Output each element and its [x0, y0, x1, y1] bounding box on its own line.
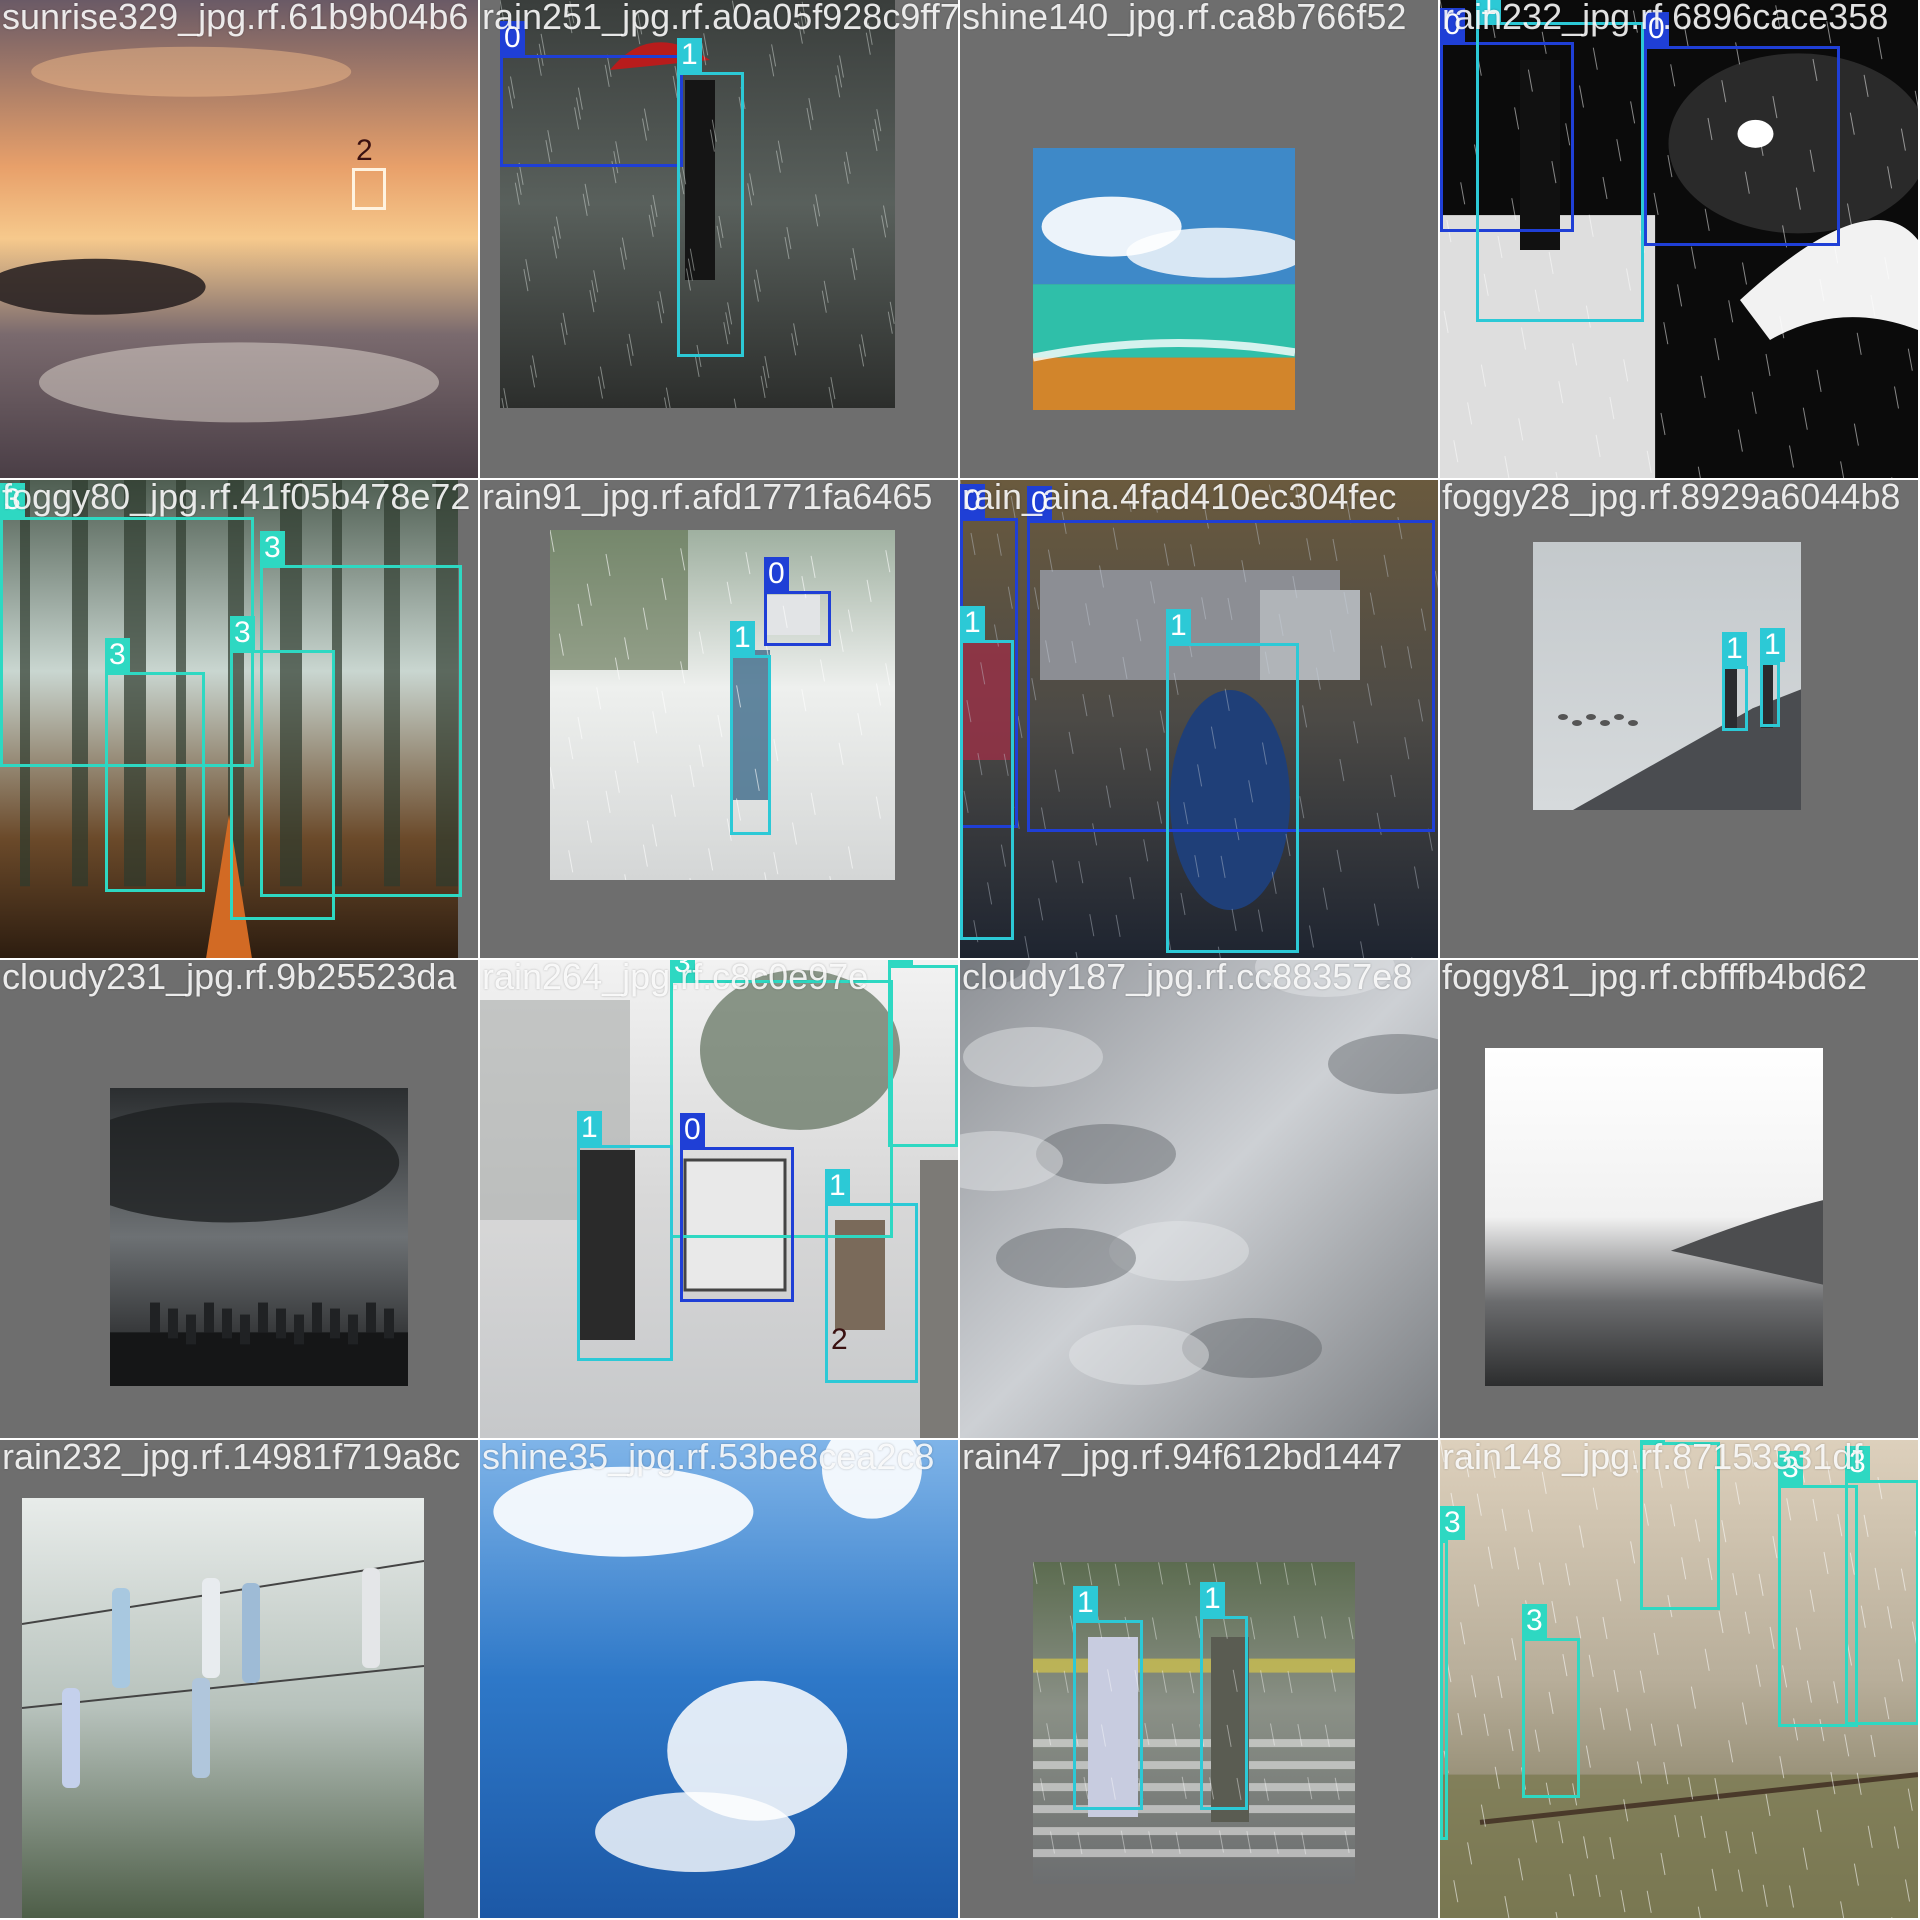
class-label: 1: [1476, 0, 1501, 22]
tile-photo: [1033, 148, 1295, 410]
tile-filename: foggy28_jpg.rf.8929a6044b8: [1442, 480, 1901, 517]
bounding-box: 0: [500, 21, 683, 167]
bounding-box: 1: [1476, 0, 1644, 322]
tile-photo: [960, 960, 1438, 1438]
mosaic-tile: 2 sunrise329_jpg.rf.61b9b04b6: [0, 0, 478, 478]
mosaic-tile: cloudy231_jpg.rf.9b25523da: [0, 960, 478, 1438]
class-label: 0: [680, 1113, 705, 1147]
mosaic-tile: 0 1 rain91_jpg.rf.afd1771fa6465: [480, 480, 958, 958]
class-label: 1: [730, 621, 755, 655]
tile-filename: shine140_jpg.rf.ca8b766f52: [962, 0, 1407, 37]
mosaic-tile: 1 1 foggy28_jpg.rf.8929a6044b8: [1440, 480, 1918, 958]
class-label: 2: [831, 1323, 848, 1356]
class-label: 3: [230, 616, 255, 650]
mosaic-tile: 3 3 3 3 foggy80_jpg.rf.41f05b478e72: [0, 480, 478, 958]
tile-filename: rain47_jpg.rf.94f612bd1447: [962, 1440, 1403, 1477]
mosaic-tile: rain232_jpg.rf.14981f719a8c: [0, 1440, 478, 1918]
tile-photo: [110, 1088, 408, 1386]
bounding-box: 0: [680, 1113, 794, 1302]
mosaic-tile: cloudy187_jpg.rf.cc88357e8: [960, 960, 1438, 1438]
bounding-box: 1: [1166, 609, 1299, 953]
class-label: 3: [260, 531, 285, 565]
class-label: 0: [960, 484, 985, 518]
class-label: 3: [105, 638, 130, 672]
class-label: 1: [1200, 1582, 1225, 1616]
bounding-box: 1: [1073, 1586, 1143, 1810]
bounding-box: 1: [1760, 628, 1785, 727]
class-label: 3: [1640, 1440, 1665, 1442]
bounding-box: 3: [888, 960, 958, 1147]
bounding-box: 3: [1640, 1440, 1720, 1610]
bounding-box: 3: [105, 638, 205, 892]
class-label: 0: [1440, 8, 1465, 42]
bounding-box: 1: [730, 621, 771, 835]
bounding-box: 1: [1722, 632, 1748, 731]
tile-filename: rain91_jpg.rf.afd1771fa6465: [482, 480, 933, 517]
mosaic-tile: 33333rain148_jpg.rf.87153331df: [1440, 1440, 1918, 1918]
class-label: 3: [888, 960, 913, 965]
class-label: 1: [1722, 632, 1747, 666]
class-label: 1: [960, 606, 985, 640]
mosaic-tile: shine35_jpg.rf.53be8cea2c8: [480, 1440, 958, 1918]
class-label: 0: [500, 21, 525, 55]
tile-filename: rain232_jpg.rf.14981f719a8c: [2, 1440, 461, 1477]
bounding-box: 3: [1440, 1506, 1465, 1840]
bounding-box: 3: [260, 531, 462, 897]
mosaic-tile: 331012rain264_jpg.rf.c8c0e97e: [480, 960, 958, 1438]
class-label: 0: [764, 557, 789, 591]
bounding-box: 0: [764, 557, 831, 646]
bounding-box: 3: [1522, 1604, 1580, 1798]
mosaic-tile: shine140_jpg.rf.ca8b766f52: [960, 0, 1438, 478]
bounding-box: 3: [1845, 1446, 1918, 1725]
tile-filename: cloudy231_jpg.rf.9b25523da: [2, 960, 457, 997]
mosaic-tile: 1 1 rain47_jpg.rf.94f612bd1447: [960, 1440, 1438, 1918]
bounding-box: 1: [1200, 1582, 1248, 1810]
tile-filename: foggy81_jpg.rf.cbfffb4bd62: [1442, 960, 1868, 997]
mosaic-tile: foggy81_jpg.rf.cbfffb4bd62: [1440, 960, 1918, 1438]
class-label: 3: [1440, 1506, 1465, 1540]
tile-photo: [1485, 1048, 1823, 1386]
class-label: 1: [1073, 1586, 1098, 1620]
class-label: 1: [825, 1169, 850, 1203]
tile-photo: [0, 0, 478, 478]
mosaic-tile: 0 1 0 rain232_jpg.rf.6896cace358: [1440, 0, 1918, 478]
tile-photo: [480, 1440, 958, 1918]
class-label: 0: [1644, 12, 1669, 46]
tile-photo: [22, 1498, 424, 1918]
class-label: 0: [1027, 486, 1052, 520]
bounding-box: 1: [960, 606, 1014, 940]
class-label: 3: [670, 960, 695, 980]
tile-photo: [550, 530, 895, 880]
class-label: 1: [677, 38, 702, 72]
mosaic-tile: 01rain251_jpg.rf.a0a05f928c9ff734ddc: [480, 0, 958, 478]
class-label: 2: [356, 134, 373, 167]
class-label: 3: [1778, 1451, 1803, 1485]
class-label: 1: [577, 1111, 602, 1145]
bounding-box: 0: [1644, 12, 1840, 246]
class-label: 1: [1760, 628, 1785, 662]
class-label: 1: [1166, 609, 1191, 643]
bounding-box: 2: [352, 134, 386, 210]
bounding-box: 1: [677, 38, 744, 357]
bounding-box: 1: [577, 1111, 673, 1361]
class-label: 3: [0, 483, 25, 517]
class-label: 3: [1522, 1604, 1547, 1638]
image-mosaic: 2 sunrise329_jpg.rf.61b9b04b6 0 1 rain251_jp…: [0, 0, 1920, 1920]
mosaic-tile: 0 0 1 1 rain_aina.4fad410ec304fec: [960, 480, 1438, 958]
class-label: 3: [1845, 1446, 1870, 1480]
